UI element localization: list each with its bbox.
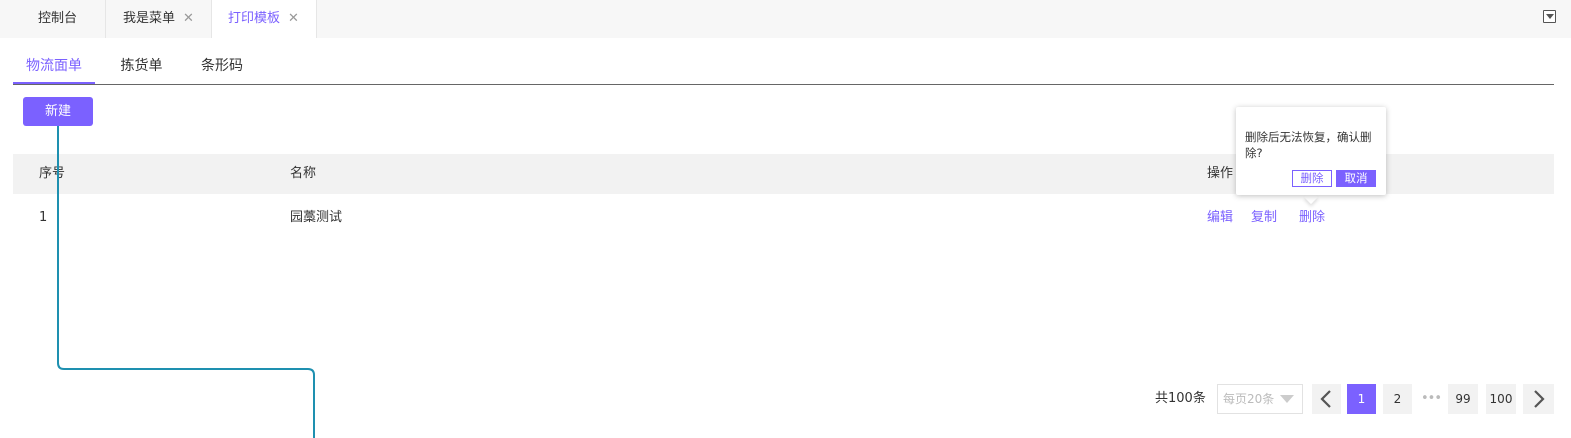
tab-barcode[interactable]: 条形码 <box>193 52 251 84</box>
cancel-button[interactable]: 取消 <box>1336 170 1376 187</box>
column-header-name: 名称 <box>290 166 317 181</box>
next-page-button[interactable] <box>1523 384 1554 414</box>
page-button-1[interactable]: 1 <box>1347 384 1376 414</box>
tab-console[interactable]: 控制台 <box>10 0 106 38</box>
new-button[interactable]: 新建 <box>23 97 93 126</box>
page-button-99[interactable]: 99 <box>1448 384 1478 414</box>
page-button-100[interactable]: 100 <box>1486 384 1516 414</box>
tab-label: 打印模板 <box>228 11 281 26</box>
tab-my-menu[interactable]: 我是菜单 ✕ <box>106 0 212 38</box>
tabs-dropdown-icon[interactable] <box>1543 10 1556 23</box>
copy-link[interactable]: 复制 <box>1251 208 1277 228</box>
chevron-right-icon <box>1534 390 1545 408</box>
delete-link[interactable]: 删除 <box>1299 208 1325 228</box>
tab-logistics-waybill[interactable]: 物流面单 <box>13 52 95 84</box>
popconfirm-message: 删除后无法恢复，确认删除? <box>1245 130 1372 160</box>
sub-tab-bar: 物流面单 拣货单 条形码 <box>13 52 1554 85</box>
close-icon[interactable]: ✕ <box>288 0 299 37</box>
tab-label: 控制台 <box>37 11 77 26</box>
page-size-value: 每页20条 <box>1223 392 1275 406</box>
app-root: 控制台 我是菜单 ✕ 打印模板 ✕ 物流面单 拣货单 条形码 新建 序号 名称 … <box>0 0 1571 438</box>
row-index: 1 <box>39 210 48 225</box>
pagination-total: 共100条 <box>1155 391 1206 406</box>
prev-page-button[interactable] <box>1312 384 1341 414</box>
page-size-select[interactable]: 每页20条 <box>1217 384 1303 414</box>
chevron-left-icon <box>1320 390 1331 408</box>
caret-down-icon <box>1280 395 1294 403</box>
pagination-ellipsis: ••• <box>1420 391 1442 406</box>
row-name: 园藁测试 <box>290 210 343 225</box>
tab-picking-list[interactable]: 拣货单 <box>113 52 170 84</box>
page-button-2[interactable]: 2 <box>1383 384 1412 414</box>
edit-link[interactable]: 编辑 <box>1207 208 1233 228</box>
tab-label: 我是菜单 <box>123 11 176 26</box>
close-icon[interactable]: ✕ <box>183 0 194 37</box>
confirm-delete-button[interactable]: 删除 <box>1292 170 1332 187</box>
column-header-actions: 操作 <box>1207 166 1234 181</box>
column-header-index: 序号 <box>39 166 66 181</box>
delete-popconfirm: 删除后无法恢复，确认删除? 删除 取消 <box>1236 107 1386 195</box>
tab-print-template[interactable]: 打印模板 ✕ <box>212 0 317 38</box>
top-tab-bar: 控制台 我是菜单 ✕ 打印模板 ✕ <box>0 0 1571 38</box>
